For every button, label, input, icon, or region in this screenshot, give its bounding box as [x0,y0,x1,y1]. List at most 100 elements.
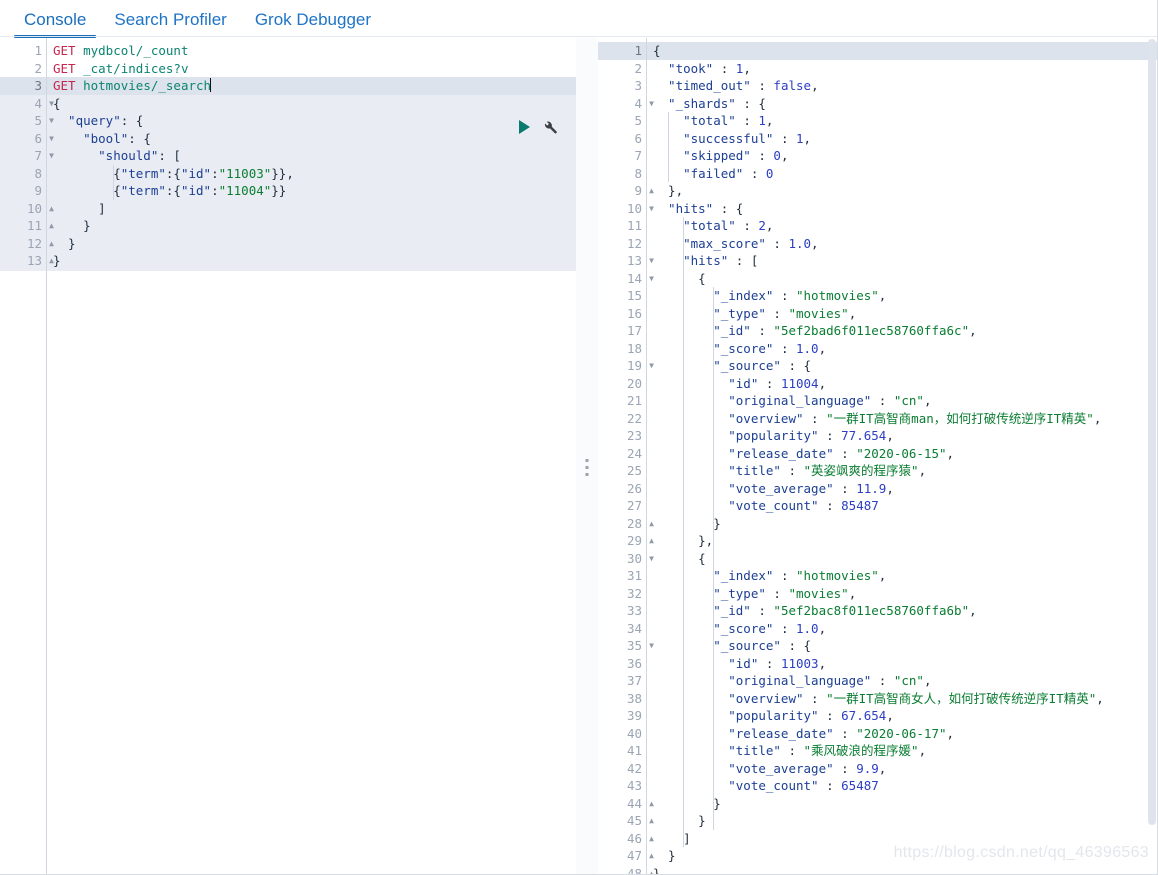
line-number[interactable]: 8 [0,165,46,183]
code-line[interactable]: ] [647,830,1157,848]
panel-splitter[interactable] [576,38,598,874]
response-code-area[interactable]: { "took" : 1, "timed_out" : false, "_sha… [646,38,1157,874]
code-line[interactable]: "vote_average" : 11.9, [647,480,1157,498]
line-number[interactable]: 40 [598,725,646,743]
line-number[interactable]: 14 ▼ [598,270,654,288]
wrench-icon[interactable] [542,119,558,135]
code-line[interactable]: "title" : "英姿飒爽的程序猿", [647,462,1157,480]
line-number[interactable]: 10 ▲ [0,200,54,218]
line-number[interactable]: 2 [598,60,646,78]
line-number[interactable]: 18 [598,340,646,358]
code-line[interactable]: "title" : "乘风破浪的程序媛", [647,742,1157,760]
line-number[interactable]: 6 ▼ [0,130,54,148]
code-line[interactable]: "failed" : 0 [647,165,1157,183]
send-request-button[interactable] [519,120,530,134]
code-line[interactable]: } [647,812,1157,830]
code-line[interactable]: "bool": { [47,130,576,148]
line-number[interactable]: 36 [598,655,646,673]
line-number[interactable]: 3 [598,77,646,95]
code-line[interactable]: "vote_average" : 9.9, [647,760,1157,778]
response-line-numbers[interactable]: 1▼234▼56789▲10▼111213▼14▼1516171819▼2021… [598,38,654,874]
code-line[interactable]: "total" : 1, [647,112,1157,130]
panel-splitter-handle[interactable] [585,459,589,480]
code-line[interactable]: { [647,42,1157,60]
code-line[interactable]: } [47,235,576,253]
line-number[interactable]: 45 ▲ [598,812,654,830]
code-line[interactable]: } [647,795,1157,813]
line-number[interactable]: 47 ▲ [598,847,654,865]
line-number[interactable]: 11 [598,217,646,235]
code-line[interactable]: "vote_count" : 85487 [647,497,1157,515]
code-line[interactable]: "successful" : 1, [647,130,1157,148]
line-number[interactable]: 23 [598,427,646,445]
line-number[interactable]: 33 [598,602,646,620]
line-number[interactable]: 6 [598,130,646,148]
line-number[interactable]: 13 ▼ [598,252,654,270]
line-number[interactable]: 12 ▲ [0,235,54,253]
tab-console[interactable]: Console [10,11,100,38]
code-line[interactable]: }, [647,532,1157,550]
code-line[interactable]: "_source" : { [647,357,1157,375]
code-line[interactable]: ] [47,200,576,218]
line-number[interactable]: 24 [598,445,646,463]
code-line[interactable]: { [647,270,1157,288]
code-line[interactable]: }, [647,182,1157,200]
line-number[interactable]: 5 [598,112,646,130]
request-code-area[interactable]: GET mydbcol/_count GET _cat/indices?v GET … [46,38,576,874]
line-number[interactable]: 41 [598,742,646,760]
code-line[interactable]: } [647,847,1157,865]
code-line[interactable]: "_shards" : { [647,95,1157,113]
code-line[interactable]: "_id" : "5ef2bac8f011ec58760ffa6b", [647,602,1157,620]
code-line[interactable]: { [47,95,576,113]
tab-grok-debugger[interactable]: Grok Debugger [241,11,385,37]
code-line[interactable]: "release_date" : "2020-06-17", [647,725,1157,743]
code-line[interactable]: "overview" : "一群IT高智商女人，如何打破传统逆序IT精英", [647,690,1157,708]
code-line[interactable]: "skipped" : 0, [647,147,1157,165]
line-number[interactable]: 1▼ [598,42,654,60]
line-number[interactable]: 1 [0,42,46,60]
code-line[interactable]: "release_date" : "2020-06-15", [647,445,1157,463]
line-number[interactable]: 38 [598,690,646,708]
line-number[interactable]: 19 ▼ [598,357,654,375]
request-editor[interactable]: 1 2 3 4 ▼ 5 ▼ 6 ▼ 7 ▼ 8 9 10 ▲ 11 ▲ 12 ▲ 13 ▲ GET mydbcol/_c… [0,38,576,874]
code-line[interactable]: } [47,252,576,270]
code-line[interactable]: "popularity" : 77.654, [647,427,1157,445]
code-line[interactable]: "vote_count" : 65487 [647,777,1157,795]
line-number[interactable]: 21 [598,392,646,410]
code-line[interactable]: "popularity" : 67.654, [647,707,1157,725]
line-number[interactable]: 27 [598,497,646,515]
line-number[interactable]: 46 ▲ [598,830,654,848]
code-line[interactable]: "_index" : "hotmovies", [647,287,1157,305]
line-number[interactable]: 8 [598,165,646,183]
code-line[interactable]: "hits" : [ [647,252,1157,270]
code-line[interactable]: } [647,515,1157,533]
line-number[interactable]: 15 [598,287,646,305]
line-number[interactable]: 9 ▲ [598,182,654,200]
line-number[interactable]: 7 [598,147,646,165]
code-line[interactable]: "_score" : 1.0, [647,340,1157,358]
code-line[interactable]: "max_score" : 1.0, [647,235,1157,253]
line-number[interactable]: 22 [598,410,646,428]
code-line[interactable]: "timed_out" : false, [647,77,1157,95]
code-line[interactable]: "query": { [47,112,576,130]
line-number[interactable]: 35 ▼ [598,637,654,655]
code-line[interactable]: "overview" : "一群IT高智商man，如何打破传统逆序IT精英", [647,410,1157,428]
code-line[interactable]: { [647,550,1157,568]
code-line[interactable]: {"term":{"id":"11004"}} [47,182,576,200]
code-line[interactable]: "total" : 2, [647,217,1157,235]
code-line[interactable]: "_source" : { [647,637,1157,655]
line-number[interactable]: 7 ▼ [0,147,54,165]
code-line[interactable]: "id" : 11004, [647,375,1157,393]
code-line[interactable]: "hits" : { [647,200,1157,218]
code-line[interactable]: "_score" : 1.0, [647,620,1157,638]
line-number[interactable]: 3 [0,77,46,95]
code-line[interactable]: "original_language" : "cn", [647,672,1157,690]
tab-search-profiler[interactable]: Search Profiler [100,11,240,37]
line-number[interactable]: 37 [598,672,646,690]
line-number[interactable]: 29 ▲ [598,532,654,550]
code-line[interactable]: "original_language" : "cn", [647,392,1157,410]
code-line[interactable]: "_index" : "hotmovies", [647,567,1157,585]
code-line[interactable]: "_id" : "5ef2bad6f011ec58760ffa6c", [647,322,1157,340]
code-line[interactable]: "took" : 1, [647,60,1157,78]
code-line[interactable]: {"term":{"id":"11003"}}, [47,165,576,183]
